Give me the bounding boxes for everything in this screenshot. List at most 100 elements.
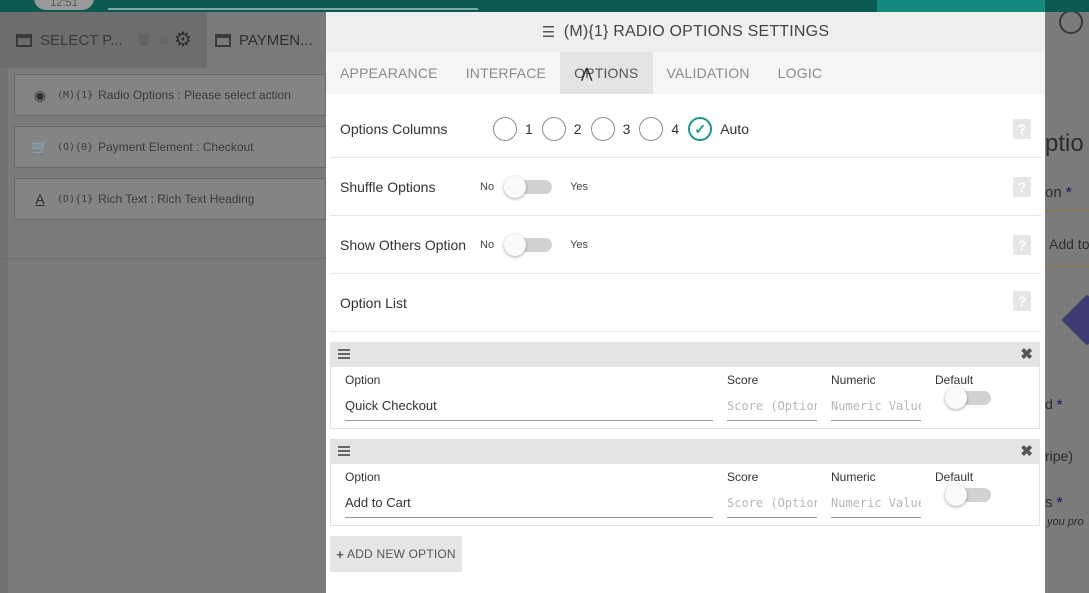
default-toggle[interactable] — [945, 484, 991, 506]
show-others-toggle[interactable] — [504, 234, 553, 256]
tab-appearance[interactable]: APPEARANCE — [326, 52, 452, 94]
preview-title-fragment: ptio — [1045, 130, 1084, 157]
radio-label: Auto — [720, 121, 749, 137]
preview-question-fragment: on * — [1045, 184, 1072, 201]
radio-columns-4[interactable] — [639, 117, 664, 141]
numeric-input[interactable] — [831, 488, 921, 518]
top-bar: 12:51 — [0, 0, 1089, 12]
toggle-knob — [504, 176, 527, 198]
toggle-knob — [945, 387, 967, 409]
close-icon[interactable]: ✖ — [1020, 345, 1033, 365]
show-others-row: Show Others Option No Yes ? — [330, 216, 1041, 274]
numeric-input[interactable] — [831, 391, 921, 421]
help-icon[interactable]: ? — [1013, 177, 1031, 197]
score-input[interactable] — [727, 391, 817, 421]
radio-icon: ◉ — [33, 86, 47, 103]
divider — [1045, 210, 1089, 211]
radio-columns-2[interactable] — [541, 117, 566, 141]
add-new-option-button[interactable]: + ADD NEW OPTION — [330, 536, 462, 572]
shuffle-options-row: Shuffle Options No Yes ? — [330, 158, 1041, 216]
default-field-label: Default — [935, 373, 974, 387]
toggle-yes-label: Yes — [570, 181, 589, 193]
tab-interface[interactable]: INTERFACE — [452, 52, 560, 94]
preview-stripe-fragment: ripe) — [1045, 448, 1074, 464]
plus-icon: + — [336, 546, 344, 562]
left-tabs: SELECT P... 🗑 ⧉ ⚙ PAYMEN... — [0, 12, 326, 68]
show-others-label: Show Others Option — [340, 237, 467, 253]
element-code: (D){1} — [57, 193, 94, 205]
element-code: (O){0} — [57, 141, 94, 153]
radio-columns-3[interactable] — [590, 117, 615, 141]
score-field-label: Score — [727, 373, 759, 387]
tab-payment-label: PAYMEN... — [239, 31, 313, 49]
tab-payment[interactable]: PAYMEN... — [207, 12, 326, 68]
default-field-label: Default — [935, 470, 974, 484]
copy-icon[interactable]: ⧉ — [160, 33, 169, 48]
help-icon[interactable]: ? — [1013, 291, 1031, 311]
option-field-label: Option — [345, 373, 381, 387]
drag-handle-icon[interactable] — [338, 349, 350, 359]
radio-columns-auto[interactable]: ✓ — [688, 117, 713, 141]
tab-options[interactable]: OPTIONS — [560, 52, 653, 94]
numeric-field-label: Numeric — [831, 470, 876, 484]
shuffle-toggle[interactable] — [504, 176, 553, 198]
gear-icon[interactable]: ⚙ — [174, 30, 192, 50]
radio-label: 4 — [671, 121, 680, 137]
preview-field-fragment: d * — [1045, 396, 1063, 412]
radio-label: 1 — [525, 121, 533, 137]
divider — [0, 258, 326, 259]
preview-field-fragment: s * — [1045, 494, 1063, 511]
option-field-label: Option — [345, 470, 381, 484]
option-card-header: ✖ — [331, 343, 1039, 367]
tab-logic[interactable]: LOGIC — [764, 52, 837, 94]
settings-tabs: APPEARANCE INTERFACE OPTIONS VALIDATION … — [326, 52, 1045, 94]
option-input[interactable] — [345, 488, 713, 518]
modal-header: ☰ (M){1} RADIO OPTIONS SETTINGS — [326, 12, 1045, 52]
toggle-knob — [945, 484, 967, 506]
sliders-icon: ☰ — [541, 24, 556, 41]
options-columns-label: Options Columns — [340, 121, 448, 137]
option-card: ✖ Option Score Numeric Default — [330, 342, 1040, 429]
default-toggle[interactable] — [945, 387, 991, 409]
toggle-knob — [504, 234, 527, 256]
option-list-label: Option List — [340, 295, 407, 311]
modal-title: (M){1} RADIO OPTIONS SETTINGS — [563, 23, 830, 40]
drag-handle-icon[interactable] — [338, 446, 350, 456]
shuffle-toggle-group: No Yes — [480, 158, 588, 216]
left-rail — [0, 68, 8, 593]
options-columns-row: Options Columns 1 2 3 4 ✓ Auto ? — [330, 100, 1041, 158]
list-item-rich-text[interactable]: A (D){1} Rich Text : Rich Text Heading — [14, 178, 326, 220]
toggle-no-label: No — [480, 181, 495, 193]
radio-label: 3 — [622, 121, 631, 137]
help-icon[interactable]: ? — [1013, 119, 1031, 139]
element-code: (M){1} — [57, 89, 94, 101]
option-input[interactable] — [345, 391, 713, 421]
list-item-payment-element[interactable]: 🛒 (O){0} Payment Element : Checkout — [14, 126, 326, 168]
cart-icon: 🛒 — [31, 138, 49, 155]
score-input[interactable] — [727, 488, 817, 518]
add-new-option-label: ADD NEW OPTION — [346, 547, 456, 561]
show-others-toggle-group: No Yes — [480, 216, 588, 274]
divider — [1045, 266, 1089, 267]
settings-modal: ☰ (M){1} RADIO OPTIONS SETTINGS APPEARAN… — [326, 12, 1045, 593]
top-tab-underline — [108, 8, 478, 10]
element-title: Radio Options : Please select action — [98, 88, 291, 102]
shuffle-options-label: Shuffle Options — [340, 179, 436, 195]
option-card-header: ✖ — [331, 440, 1039, 464]
help-icon[interactable]: ? — [1013, 235, 1031, 255]
list-item-radio-options[interactable]: ◉ (M){1} Radio Options : Please select a… — [14, 74, 326, 116]
right-panel: ptio on * Add to d * ripe) s * you pro — [1045, 12, 1089, 593]
radio-label: 2 — [573, 121, 582, 137]
score-field-label: Score — [727, 470, 759, 484]
circle-icon — [1059, 12, 1083, 34]
radio-columns-1[interactable] — [493, 117, 517, 141]
close-icon[interactable]: ✖ — [1020, 442, 1033, 462]
preview-hint-fragment: you pro — [1047, 516, 1084, 528]
preview-option-fragment: Add to — [1049, 236, 1089, 252]
trash-icon[interactable]: 🗑 — [137, 33, 152, 47]
tab-validation[interactable]: VALIDATION — [653, 52, 764, 94]
text-cursor-icon: ⋀ — [581, 66, 593, 82]
tab-select-page-label: SELECT P... — [40, 31, 123, 49]
element-title: Rich Text : Rich Text Heading — [98, 192, 255, 206]
element-title: Payment Element : Checkout — [98, 140, 254, 154]
